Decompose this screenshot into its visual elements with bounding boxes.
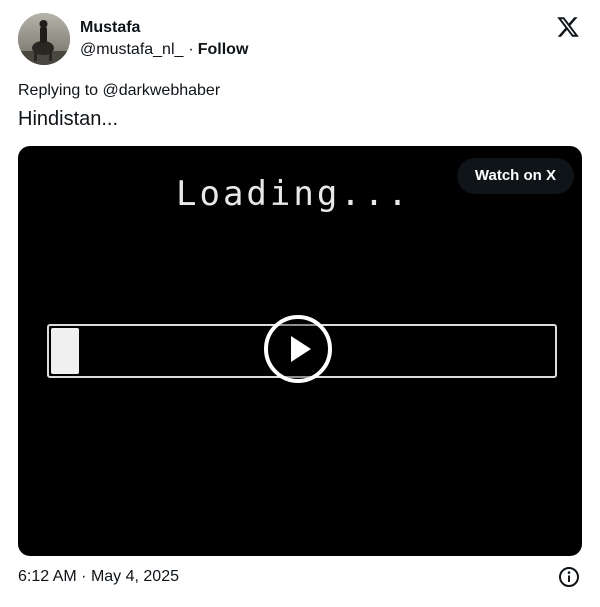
video-progress-fill xyxy=(51,328,79,374)
reply-prefix: Replying to xyxy=(18,82,99,99)
play-button[interactable] xyxy=(264,315,332,383)
tweet-text: Hindistan... xyxy=(18,108,119,130)
tweet-time: 6:12 AM xyxy=(18,568,77,585)
avatar[interactable] xyxy=(18,13,70,65)
avatar-image xyxy=(18,13,70,65)
separator: · xyxy=(81,568,87,585)
watch-on-x-button[interactable]: Watch on X xyxy=(456,158,574,194)
reply-context: Replying to @darkwebhaber xyxy=(18,82,220,100)
info-icon[interactable] xyxy=(558,566,580,588)
author-name[interactable]: Mustafa xyxy=(80,19,140,37)
video-player[interactable]: Loading... Watch on X xyxy=(18,146,582,556)
author-handle[interactable]: @mustafa_nl_ xyxy=(80,41,183,58)
author-meta: @mustafa_nl_ · Follow xyxy=(80,41,248,59)
follow-button[interactable]: Follow xyxy=(198,41,249,58)
play-icon xyxy=(291,336,311,362)
tweet-header: Mustafa @mustafa_nl_ · Follow xyxy=(18,13,584,65)
tweet-timestamp[interactable]: 6:12 AM · May 4, 2025 xyxy=(18,568,179,586)
separator: · xyxy=(188,41,194,58)
x-logo-icon[interactable] xyxy=(556,15,580,39)
tweet-date: May 4, 2025 xyxy=(90,568,179,585)
video-loading-text: Loading... xyxy=(176,174,411,214)
reply-mention[interactable]: @darkwebhaber xyxy=(103,82,221,99)
